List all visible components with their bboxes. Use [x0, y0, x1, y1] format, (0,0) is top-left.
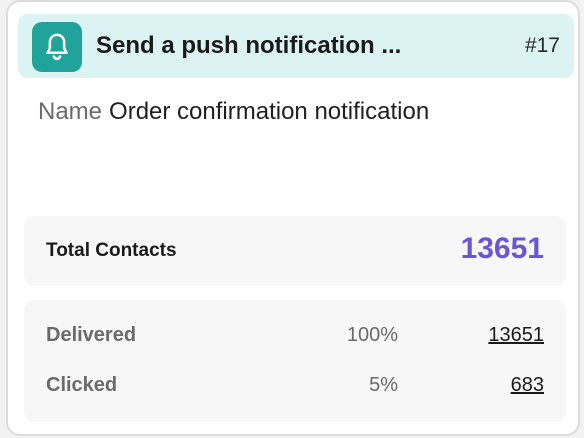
- name-label: Name: [38, 98, 103, 125]
- push-notification-node-card[interactable]: Send a push notification ... #17 Name Ord…: [6, 0, 580, 436]
- stat-percent: 5%: [369, 374, 398, 396]
- total-contacts-label: Total Contacts: [46, 240, 177, 261]
- stat-row-clicked: Clicked 5% 683: [24, 372, 566, 402]
- name-value: Order confirmation notification: [109, 98, 430, 125]
- node-id: #17: [524, 34, 560, 57]
- name-row: Name Order confirmation notification: [38, 98, 429, 126]
- node-header: Send a push notification ... #17: [18, 14, 574, 78]
- bell-icon: [46, 33, 68, 61]
- stat-row-delivered: Delivered 100% 13651: [24, 322, 566, 352]
- stat-count-link[interactable]: 13651: [488, 324, 544, 347]
- stat-label: Delivered: [46, 324, 137, 346]
- node-title: Send a push notification ...: [96, 32, 402, 59]
- stat-label: Clicked: [46, 374, 118, 396]
- bell-icon-badge: [32, 22, 82, 72]
- stat-percent: 100%: [346, 324, 398, 346]
- stat-count-link[interactable]: 683: [511, 374, 544, 397]
- stats-panel: Delivered 100% 13651 Clicked 5% 683: [24, 300, 566, 422]
- total-contacts-panel: Total Contacts 13651: [24, 216, 566, 286]
- total-contacts-value: 13651: [460, 232, 544, 265]
